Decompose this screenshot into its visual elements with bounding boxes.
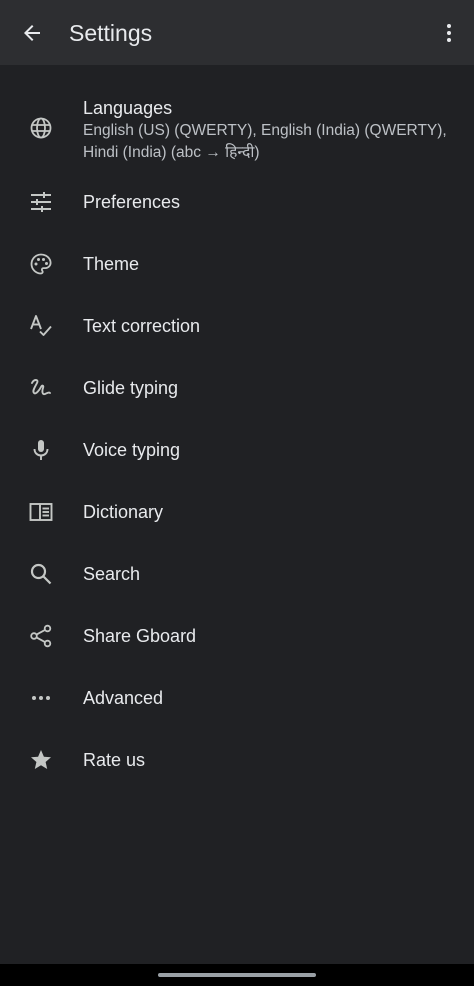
page-title: Settings [69,20,153,46]
microphone-icon [29,438,53,462]
settings-item-advanced[interactable]: Advanced [0,667,474,729]
settings-item-label: Theme [83,254,140,274]
settings-item-text-correction[interactable]: Text correction [0,295,474,357]
settings-item-label: Share Gboard [83,626,197,646]
settings-item-search[interactable]: Search [0,543,474,605]
system-navigation-bar [0,964,474,986]
settings-item-label: Voice typing [83,440,181,460]
settings-item-label: Advanced [83,688,164,708]
settings-item-rate-us[interactable]: Rate us [0,729,474,791]
settings-item-label: Search [83,564,141,584]
settings-item-label: Preferences [83,192,181,212]
settings-item-share-gboard[interactable]: Share Gboard [0,605,474,667]
back-arrow-icon[interactable] [20,21,44,45]
home-gesture-handle[interactable] [158,973,316,977]
settings-item-glide-typing[interactable]: Glide typing [0,357,474,419]
share-icon [29,624,53,648]
sliders-icon [29,190,53,214]
settings-item-label: Glide typing [83,378,179,398]
settings-item-preferences[interactable]: Preferences [0,171,474,233]
settings-item-languages[interactable]: Languages English (US) (QWERTY), English… [0,75,474,181]
settings-item-label: Languages [83,98,173,118]
globe-icon [29,116,53,140]
settings-item-voice-typing[interactable]: Voice typing [0,419,474,481]
palette-icon [29,252,53,276]
more-options-icon[interactable] [437,21,461,45]
app-bar: Settings [0,0,474,65]
search-icon [29,562,53,586]
gesture-icon [29,376,53,400]
languages-summary: English (US) (QWERTY), English (India) (… [83,122,447,161]
spellcheck-icon [29,314,53,338]
star-icon [29,748,53,772]
settings-item-label: Dictionary [83,502,164,522]
settings-item-dictionary[interactable]: Dictionary [0,481,474,543]
settings-item-theme[interactable]: Theme [0,233,474,295]
settings-item-label: Text correction [83,316,201,336]
book-icon [29,500,53,524]
settings-item-label: Rate us [83,750,146,770]
more-horizontal-icon [29,686,53,710]
